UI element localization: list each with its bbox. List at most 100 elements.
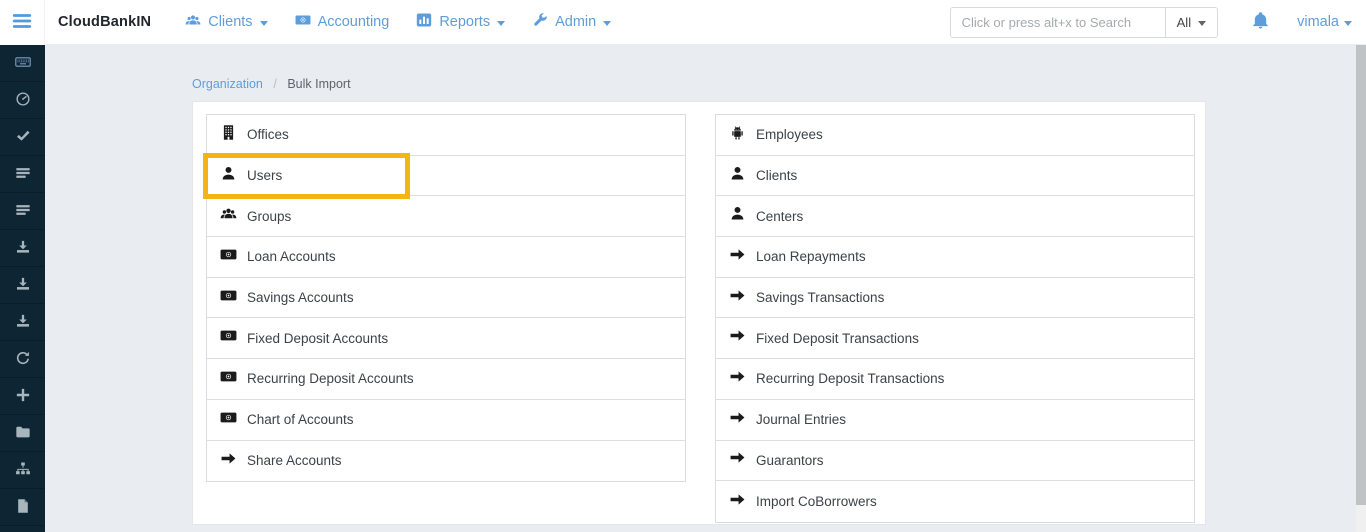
nav-item-label: Admin xyxy=(555,14,596,30)
list-item-savings-transactions[interactable]: Savings Transactions xyxy=(716,278,1194,319)
list-item-label: Guarantors xyxy=(756,453,824,468)
main-content: Organization / Bulk Import Offices Users… xyxy=(45,45,1366,532)
gauge-icon xyxy=(15,91,31,110)
list-item-label: Recurring Deposit Accounts xyxy=(247,371,414,386)
list-item-label: Fixed Deposit Transactions xyxy=(756,331,919,346)
list-item-groups[interactable]: Groups xyxy=(207,196,685,237)
global-search: All xyxy=(950,7,1218,38)
sidebar-keyboard-button[interactable] xyxy=(0,45,45,82)
sidebar-plus-button[interactable] xyxy=(0,378,45,415)
list-item-label: Users xyxy=(247,168,282,183)
list-item-label: Groups xyxy=(247,209,291,224)
money-icon xyxy=(220,368,237,390)
caret-down-icon xyxy=(1198,21,1206,26)
plus-icon xyxy=(15,387,31,406)
app-logo: CloudBankIN xyxy=(58,14,151,30)
breadcrumb-organization-link[interactable]: Organization xyxy=(192,77,263,91)
list-item-recurring-deposit-accounts[interactable]: Recurring Deposit Accounts xyxy=(207,359,685,400)
breadcrumb-current: Bulk Import xyxy=(287,77,350,91)
notifications-button[interactable] xyxy=(1251,11,1270,33)
sidebar-download-button-3[interactable] xyxy=(0,304,45,341)
list-item-clients[interactable]: Clients xyxy=(716,156,1194,197)
arrow-right-icon xyxy=(729,327,746,349)
wrench-icon xyxy=(532,12,548,32)
nav-item-clients[interactable]: Clients xyxy=(185,12,267,32)
list-item-label: Savings Accounts xyxy=(247,290,354,305)
list-item-label: Loan Repayments xyxy=(756,249,866,264)
sidebar-refresh-button[interactable] xyxy=(0,341,45,378)
list-item-label: Share Accounts xyxy=(247,453,342,468)
list-item-label: Clients xyxy=(756,168,797,183)
list-item-label: Offices xyxy=(247,127,289,142)
list-item-guarantors[interactable]: Guarantors xyxy=(716,441,1194,482)
icon-sidebar xyxy=(0,45,45,532)
list-item-journal-entries[interactable]: Journal Entries xyxy=(716,400,1194,441)
search-filter-label: All xyxy=(1177,15,1191,30)
list-item-fixed-deposit-transactions[interactable]: Fixed Deposit Transactions xyxy=(716,318,1194,359)
refresh-icon xyxy=(15,350,31,369)
sidebar-home-button[interactable] xyxy=(0,526,45,532)
arrow-right-icon xyxy=(220,450,237,472)
list-item-chart-of-accounts[interactable]: Chart of Accounts xyxy=(207,400,685,441)
search-filter-dropdown[interactable]: All xyxy=(1165,8,1217,37)
list-item-fixed-deposit-accounts[interactable]: Fixed Deposit Accounts xyxy=(207,318,685,359)
list-item-label: Fixed Deposit Accounts xyxy=(247,331,388,346)
username-label: vimala xyxy=(1297,14,1339,30)
user-icon xyxy=(220,165,237,187)
nav-item-accounting[interactable]: Accounting xyxy=(295,12,390,32)
sidebar-file-button[interactable] xyxy=(0,489,45,526)
arrow-right-icon xyxy=(729,491,746,513)
download-icon xyxy=(15,239,31,258)
download-icon xyxy=(15,276,31,295)
list-item-loan-repayments[interactable]: Loan Repayments xyxy=(716,237,1194,278)
nav-item-admin[interactable]: Admin xyxy=(532,12,611,32)
money-icon xyxy=(220,327,237,349)
vertical-scrollbar[interactable] xyxy=(1356,45,1366,532)
search-input[interactable] xyxy=(951,8,1165,37)
sitemap-icon xyxy=(15,461,31,480)
users-icon xyxy=(220,205,237,227)
file-icon xyxy=(15,498,31,517)
list-item-recurring-deposit-transactions[interactable]: Recurring Deposit Transactions xyxy=(716,359,1194,400)
list-item-centers[interactable]: Centers xyxy=(716,196,1194,237)
sidebar-check-button[interactable] xyxy=(0,119,45,156)
nav-item-reports[interactable]: Reports xyxy=(416,12,505,32)
top-navbar: CloudBankIN Clients Accounting Reports A… xyxy=(0,0,1366,45)
download-icon xyxy=(15,313,31,332)
sidebar-sitemap-button[interactable] xyxy=(0,452,45,489)
sidebar-gauge-button[interactable] xyxy=(0,82,45,119)
bulk-import-card: Offices Users Groups Loan Accounts Savin… xyxy=(192,101,1206,525)
list-item-import-coborrowers[interactable]: Import CoBorrowers xyxy=(716,481,1194,522)
money-icon xyxy=(220,246,237,268)
list-item-share-accounts[interactable]: Share Accounts xyxy=(207,441,685,482)
list-item-offices[interactable]: Offices xyxy=(207,115,685,156)
bulk-import-right-list: Employees Clients Centers Loan Repayment… xyxy=(715,114,1195,523)
folder-icon xyxy=(15,424,31,443)
list-item-label: Loan Accounts xyxy=(247,249,336,264)
list-item-users[interactable]: Users xyxy=(207,156,685,197)
user-icon xyxy=(729,165,746,187)
arrow-right-icon xyxy=(729,246,746,268)
navbar-right: All vimala xyxy=(950,7,1366,38)
sidebar-download-button-1[interactable] xyxy=(0,230,45,267)
list-item-loan-accounts[interactable]: Loan Accounts xyxy=(207,237,685,278)
list-item-savings-accounts[interactable]: Savings Accounts xyxy=(207,278,685,319)
sidebar-download-button-2[interactable] xyxy=(0,267,45,304)
user-menu-button[interactable]: vimala xyxy=(1297,14,1352,30)
android-icon xyxy=(729,124,746,146)
hamburger-menu-button[interactable] xyxy=(0,0,45,45)
chart-icon xyxy=(416,12,432,32)
sidebar-list-alt-button[interactable] xyxy=(0,193,45,230)
sidebar-folder-button[interactable] xyxy=(0,415,45,452)
caret-down-icon xyxy=(497,21,505,26)
nav-item-label: Clients xyxy=(208,14,252,30)
scrollbar-thumb[interactable] xyxy=(1356,45,1366,505)
money-icon xyxy=(295,12,311,32)
list-item-label: Chart of Accounts xyxy=(247,412,354,427)
list-item-employees[interactable]: Employees xyxy=(716,115,1194,156)
caret-down-icon xyxy=(1344,21,1352,26)
list-item-label: Recurring Deposit Transactions xyxy=(756,371,944,386)
list-item-label: Centers xyxy=(756,209,803,224)
list-item-label: Savings Transactions xyxy=(756,290,884,305)
sidebar-list-button[interactable] xyxy=(0,156,45,193)
